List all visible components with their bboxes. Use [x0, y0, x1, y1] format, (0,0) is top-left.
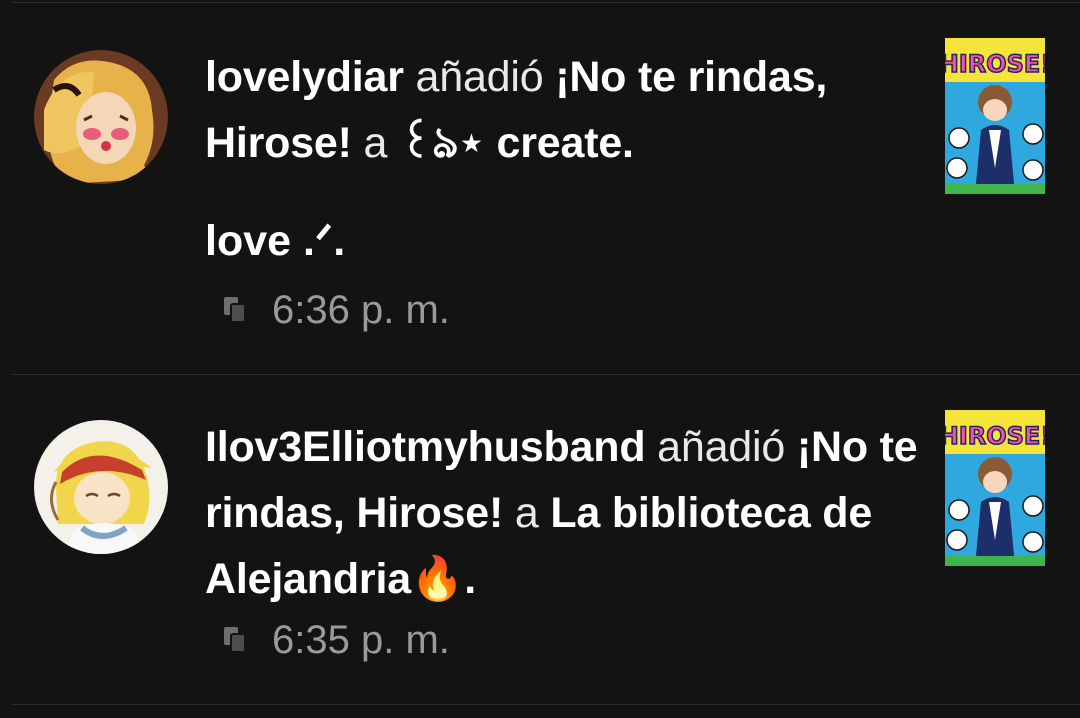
timestamp: 6:35 p. m.	[272, 617, 450, 662]
comment-text: love .ᐟ.	[205, 217, 346, 265]
divider	[12, 2, 1080, 3]
user-avatar[interactable]	[34, 50, 168, 184]
reading-list-link[interactable]: ꒰ঌ⋆ create	[399, 119, 622, 167]
activity-text: Ilov3Elliotmyhusband añadió ¡No te rinda…	[205, 414, 920, 612]
timestamp: 6:36 p. m.	[272, 287, 450, 332]
action-verb: añadió	[657, 423, 786, 471]
connector-text: a	[363, 119, 388, 167]
book-cover[interactable]: HIROSE!	[945, 410, 1045, 566]
activity-meta: 6:35 p. m.	[222, 618, 450, 662]
book-cover[interactable]: HIROSE!	[945, 38, 1045, 194]
connector-text: a	[514, 489, 539, 537]
user-avatar[interactable]	[34, 420, 168, 554]
divider	[12, 704, 1080, 705]
activity-text: lovelydiar añadió ¡No te rindas, Hirose!…	[205, 44, 920, 176]
sentence-period: .	[622, 119, 634, 167]
action-verb: añadió	[415, 53, 544, 101]
sentence-period: .	[464, 555, 476, 603]
copy-icon	[224, 297, 246, 323]
activity-meta: 6:36 p. m.	[222, 288, 450, 332]
activity-feed: lovelydiar añadió ¡No te rindas, Hirose!…	[0, 0, 1080, 718]
cover-title: HIROSE!	[945, 50, 1045, 78]
username-link[interactable]: Ilov3Elliotmyhusband	[205, 423, 646, 471]
username-link[interactable]: lovelydiar	[205, 53, 404, 101]
cover-title: HIROSE!	[945, 422, 1045, 450]
divider	[12, 374, 1080, 375]
copy-icon	[224, 627, 246, 653]
